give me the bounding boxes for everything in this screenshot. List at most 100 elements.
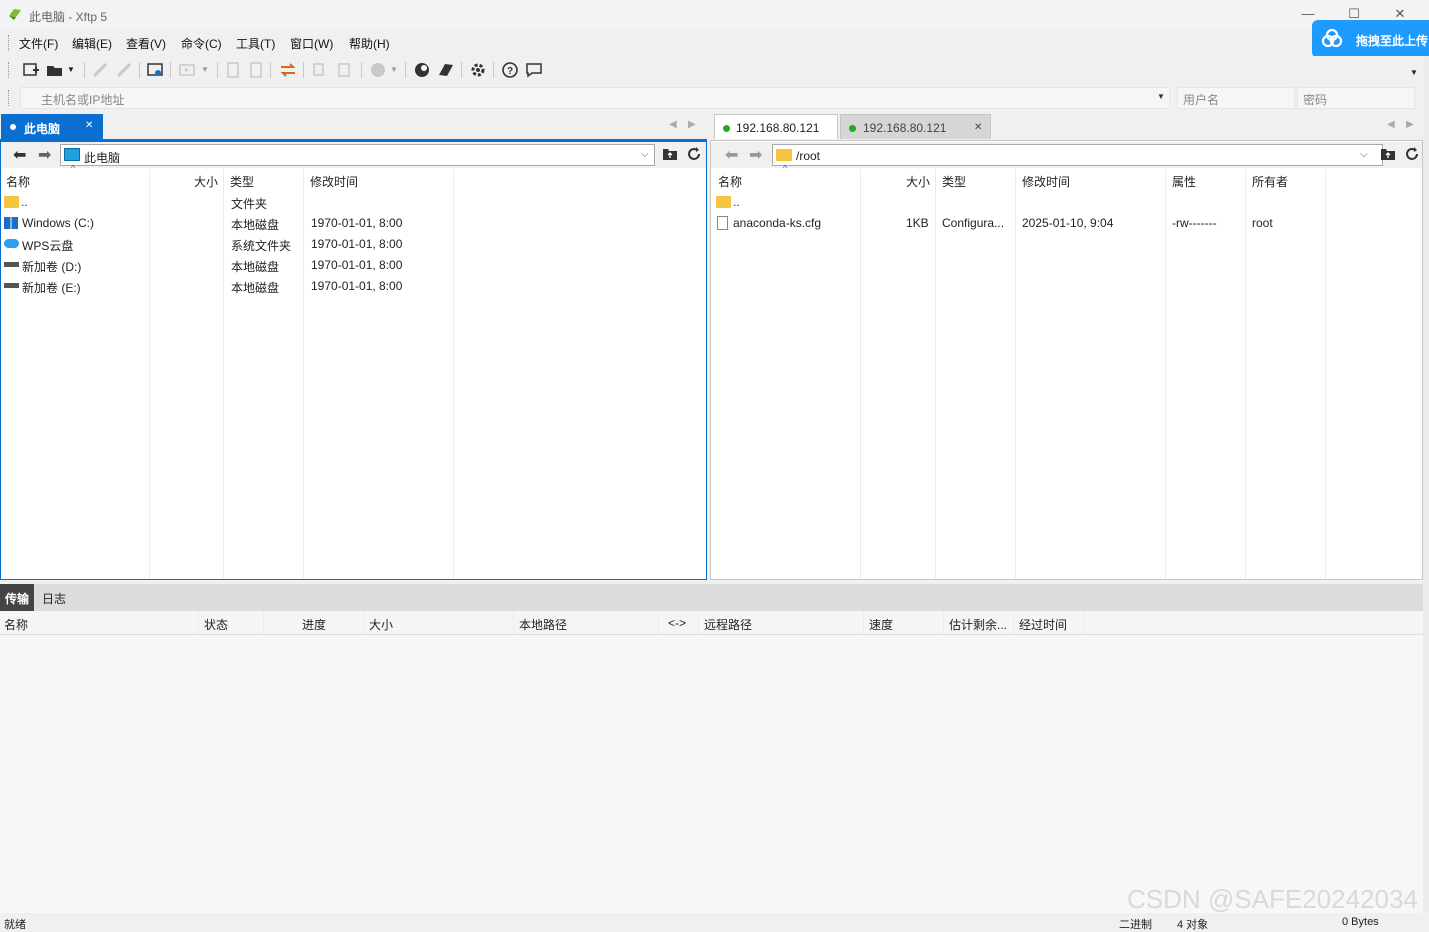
- col-elapsed[interactable]: 经过时间: [1019, 616, 1067, 633]
- col-size[interactable]: 大小: [906, 173, 930, 190]
- col-name[interactable]: 名称: [6, 173, 30, 190]
- col-progress[interactable]: 进度: [302, 616, 326, 633]
- row-type: 文件夹: [231, 197, 268, 211]
- feedback-icon[interactable]: [525, 61, 543, 79]
- local-new-folder-icon[interactable]: [662, 147, 678, 161]
- col-divider: [863, 611, 864, 634]
- col-attributes[interactable]: 属性: [1172, 173, 1196, 190]
- back-icon[interactable]: ⬅: [13, 145, 26, 165]
- back-icon[interactable]: ⬅: [725, 145, 738, 165]
- local-path-text: 此电脑: [84, 151, 121, 165]
- sync-icon[interactable]: [279, 61, 297, 79]
- menu-help[interactable]: 帮助(H): [349, 35, 390, 52]
- remote-path-dropdown-icon[interactable]: ⌵: [1360, 149, 1368, 160]
- right-tab-scroll-left-icon[interactable]: ◀: [1387, 119, 1395, 130]
- table-row[interactable]: WPS云盘 系统文件夹 1970-01-01, 8:00: [1, 234, 706, 255]
- row-attributes: -rw-------: [1172, 216, 1217, 230]
- menu-edit[interactable]: 编辑(E): [72, 35, 112, 52]
- col-divider: [363, 611, 364, 634]
- status-bar: 就绪 二进制 4 对象 0 Bytes: [0, 913, 1429, 931]
- host-dropdown-icon[interactable]: ▼: [1157, 92, 1165, 101]
- col-modified[interactable]: 修改时间: [310, 173, 358, 190]
- right-tab-scroll-right-icon[interactable]: ▶: [1406, 119, 1414, 130]
- window-scrollbar[interactable]: [1423, 56, 1429, 927]
- status-mode[interactable]: 二进制: [1119, 916, 1152, 932]
- left-tab-scroll-right-icon[interactable]: ▶: [688, 119, 696, 130]
- sort-asc-icon: ^: [783, 163, 788, 173]
- row-type: 本地磁盘: [231, 281, 280, 295]
- col-speed[interactable]: 速度: [869, 616, 893, 633]
- table-row[interactable]: anaconda-ks.cfg 1KB Configura... 2025-01…: [711, 213, 1422, 234]
- col-name[interactable]: 名称: [718, 173, 742, 190]
- col-divider: [1013, 611, 1014, 634]
- row-type: 本地磁盘: [231, 218, 280, 232]
- open-folder-icon[interactable]: [46, 61, 64, 79]
- forward-icon[interactable]: ➡: [38, 145, 51, 165]
- copy-icon: [313, 63, 324, 76]
- col-eta[interactable]: 估计剩余...: [949, 616, 1007, 633]
- row-type: Configura...: [942, 216, 1005, 230]
- col-direction[interactable]: <->: [668, 616, 686, 630]
- local-path-dropdown-icon[interactable]: ⌵: [641, 149, 649, 160]
- drive-icon: [4, 283, 19, 288]
- xftp-icon[interactable]: [437, 61, 455, 79]
- tab-local-this-pc[interactable]: 此电脑 ✕: [1, 114, 103, 139]
- col-divider: [198, 611, 199, 634]
- table-row[interactable]: ..: [711, 192, 1422, 213]
- menu-view[interactable]: 查看(V): [126, 35, 166, 52]
- menu-command[interactable]: 命令(C): [181, 35, 222, 52]
- col-remote-path[interactable]: 远程路径: [704, 616, 752, 633]
- menu-file[interactable]: 文件(F): [19, 35, 58, 52]
- tab-transfer[interactable]: 传输: [0, 584, 34, 611]
- drive-icon: [4, 262, 19, 267]
- remote-path-input[interactable]: /root ⌵: [772, 144, 1383, 166]
- file-icon: [717, 216, 728, 230]
- toolbar-overflow-icon[interactable]: ▼: [1410, 68, 1418, 77]
- col-status[interactable]: 状态: [204, 616, 228, 633]
- col-modified[interactable]: 修改时间: [1022, 173, 1070, 190]
- help-icon[interactable]: ?: [501, 61, 519, 79]
- forward-icon[interactable]: ➡: [749, 145, 762, 165]
- tab-remote-1[interactable]: 192.168.80.121: [714, 114, 838, 139]
- open-dropdown-icon[interactable]: ▼: [67, 65, 75, 74]
- local-path-input[interactable]: 此电脑 ⌵: [60, 144, 655, 166]
- tab-remote-2[interactable]: 192.168.80.121 ✕: [840, 114, 991, 139]
- xshell-icon[interactable]: [413, 61, 431, 79]
- row-name: anaconda-ks.cfg: [733, 216, 822, 230]
- tab-log[interactable]: 日志: [42, 590, 66, 607]
- table-row[interactable]: Windows (C:) 本地磁盘 1970-01-01, 8:00: [1, 213, 706, 234]
- table-row[interactable]: 新加卷 (D:) 本地磁盘 1970-01-01, 8:00: [1, 255, 706, 276]
- tab-close-icon[interactable]: ✕: [974, 122, 982, 133]
- tab-close-icon[interactable]: ✕: [85, 120, 93, 131]
- col-name[interactable]: 名称: [4, 616, 28, 633]
- menu-window[interactable]: 窗口(W): [290, 35, 333, 52]
- paste-icon: [338, 63, 350, 77]
- col-owner[interactable]: 所有者: [1252, 173, 1288, 190]
- col-type[interactable]: 类型: [942, 173, 966, 190]
- menu-tools[interactable]: 工具(T): [236, 35, 275, 52]
- col-type[interactable]: 类型: [230, 173, 254, 190]
- table-row[interactable]: 新加卷 (E:) 本地磁盘 1970-01-01, 8:00: [1, 276, 706, 297]
- col-divider: [658, 611, 659, 634]
- col-local-path[interactable]: 本地路径: [519, 616, 567, 633]
- session-properties-icon[interactable]: [146, 61, 164, 79]
- remote-new-folder-icon[interactable]: [1380, 147, 1396, 161]
- gear-icon[interactable]: [469, 61, 487, 79]
- toolbar-separator: [493, 62, 494, 78]
- remote-path-bar: ⬅ ➡ /root ⌵: [711, 142, 1422, 168]
- password-input[interactable]: 密码: [1297, 87, 1415, 109]
- new-session-icon[interactable]: [22, 61, 40, 79]
- col-size[interactable]: 大小: [194, 173, 218, 190]
- toolbar-separator: [405, 62, 406, 78]
- table-row[interactable]: .. 文件夹: [1, 192, 706, 213]
- baidu-upload-widget[interactable]: 拖拽至此上传: [1312, 20, 1429, 58]
- username-input[interactable]: 用户名: [1177, 87, 1295, 109]
- host-input[interactable]: 主机名或IP地址 ▼: [20, 87, 1170, 109]
- transfer-list[interactable]: [0, 635, 1423, 913]
- remote-refresh-icon[interactable]: [1404, 146, 1420, 162]
- transfer-column-header: 名称 状态 进度 大小 本地路径 <-> 远程路径 速度 估计剩余... 经过时…: [0, 611, 1423, 635]
- left-tab-scroll-left-icon[interactable]: ◀: [669, 119, 677, 130]
- local-refresh-icon[interactable]: [686, 146, 702, 162]
- col-size[interactable]: 大小: [369, 616, 393, 633]
- window-title: 此电脑 - Xftp 5: [29, 10, 108, 24]
